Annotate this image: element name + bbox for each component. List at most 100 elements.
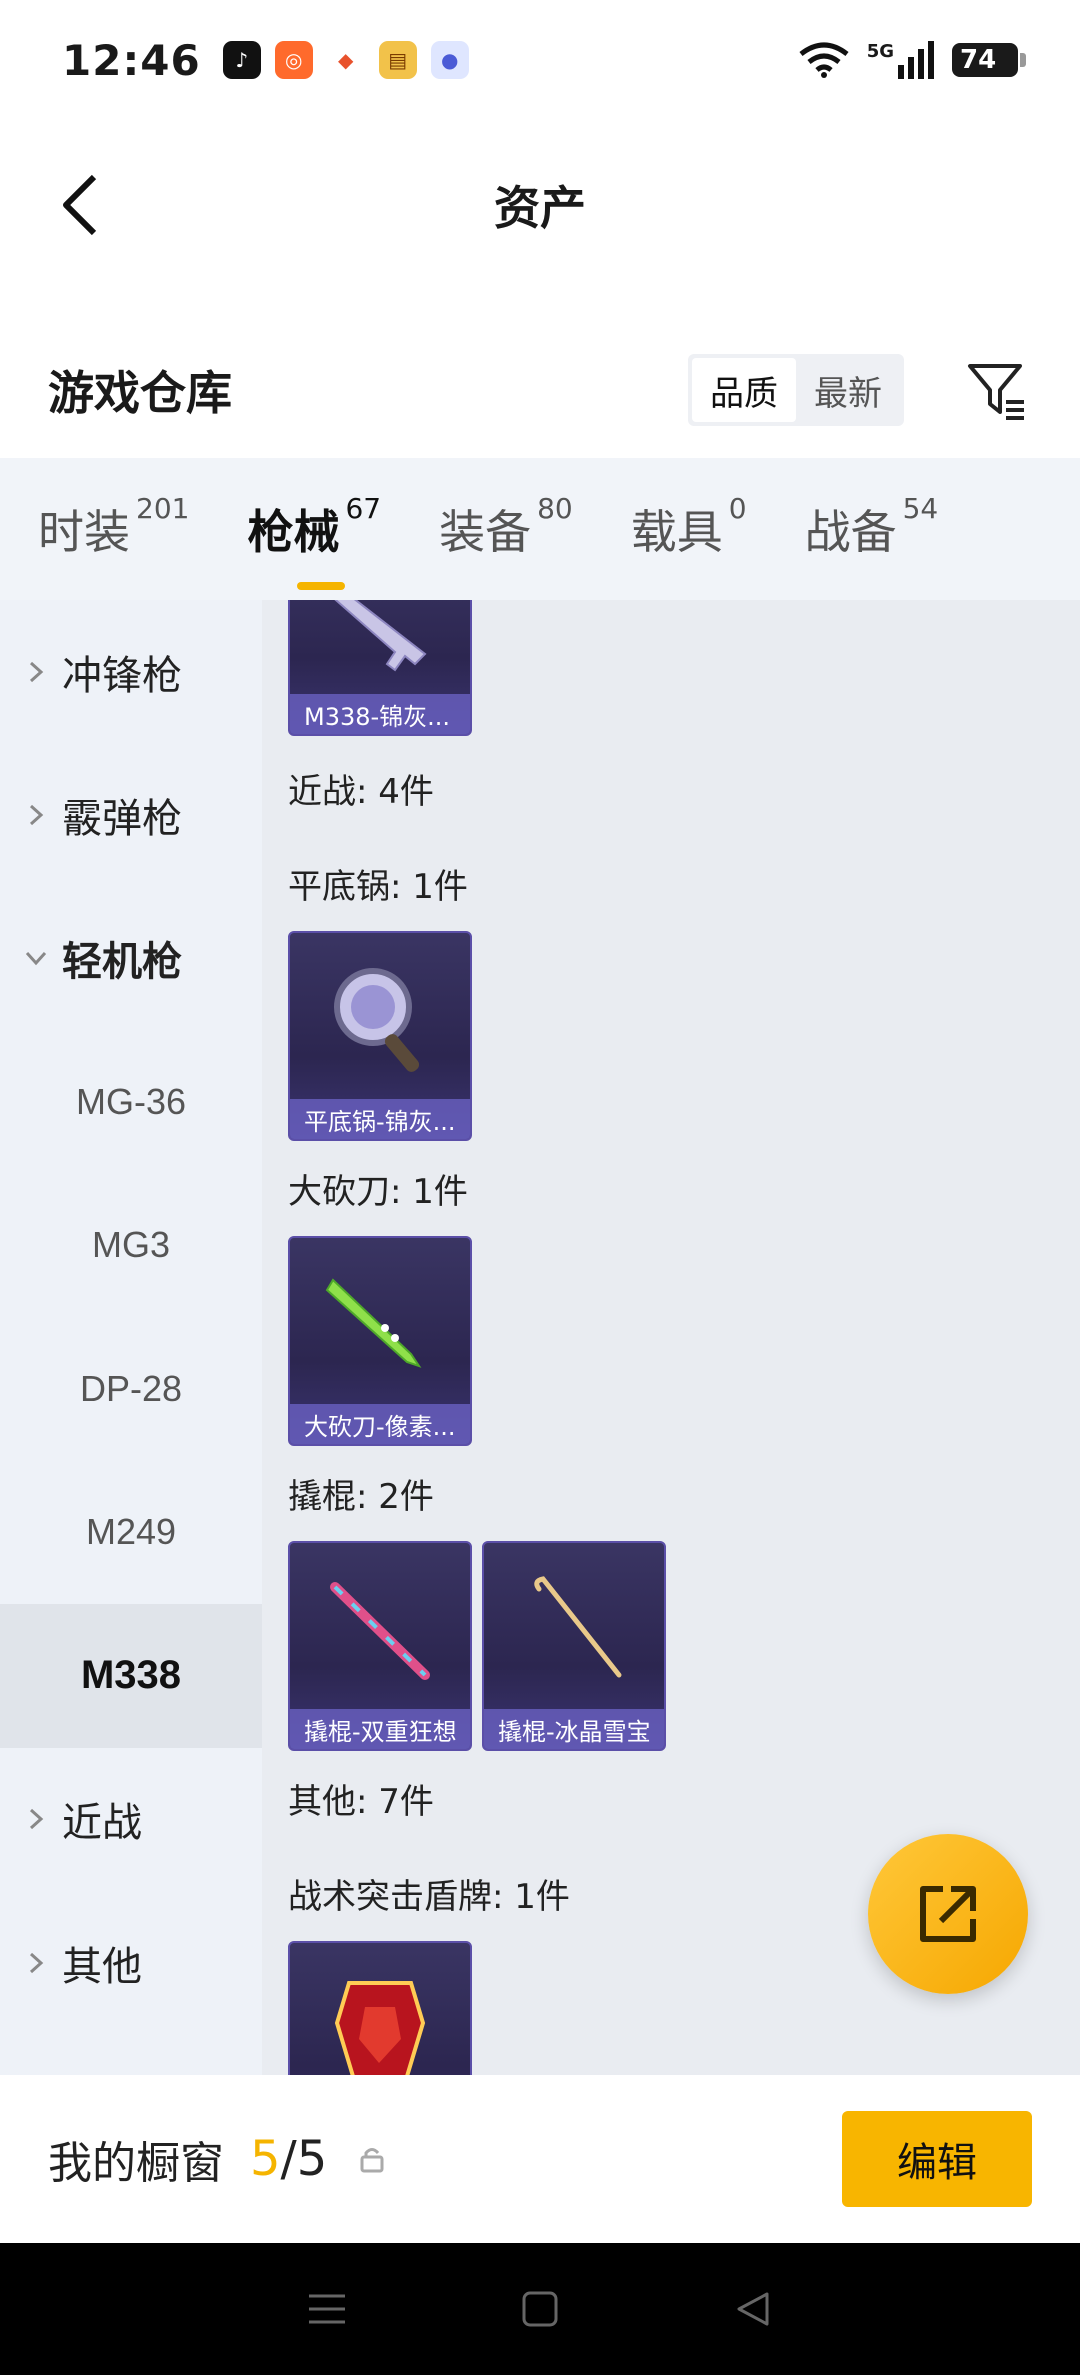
tab-combat-supplies[interactable]: 战备 54	[804, 492, 939, 562]
sidebar-item-smg[interactable]: 冲锋枪	[0, 600, 262, 743]
warehouse-header: 游戏仓库 品质 最新	[0, 330, 1080, 450]
status-indicators: 5G 74	[799, 41, 1026, 79]
sort-option-newest[interactable]: 最新	[796, 358, 900, 422]
tab-count: 80	[537, 492, 573, 525]
tab-count: 0	[728, 492, 747, 525]
sidebar-item-m338[interactable]: M338	[0, 1604, 262, 1748]
back-button[interactable]	[40, 165, 120, 245]
group-header-melee: 近战: 4件	[288, 772, 434, 812]
back-triangle-icon	[737, 2292, 769, 2326]
sidebar-item-label: 近战	[62, 1800, 142, 1847]
notification-icons: ♪ ◎ ◆ ▤ ●	[222, 41, 469, 79]
item-card-crowbar-1[interactable]: 撬棍-双重狂想	[288, 1541, 472, 1751]
showcase-bar: 我的橱窗 5/5 编辑	[0, 2075, 1080, 2243]
app-icon-blue: ●	[430, 41, 469, 79]
crowbar-icon	[484, 1543, 664, 1713]
tab-equipment[interactable]: 装备 80	[439, 492, 573, 562]
back-nav-button[interactable]	[723, 2279, 783, 2339]
chevron-down-icon	[24, 946, 48, 970]
battery-level: 74	[960, 45, 997, 75]
sidebar-item-dp28[interactable]: DP-28	[0, 1317, 262, 1461]
chevron-right-icon	[24, 803, 48, 827]
sort-toggle: 品质 最新	[688, 354, 904, 426]
tab-label: 装备	[439, 505, 532, 559]
group-header-other: 其他: 7件	[288, 1782, 434, 1822]
status-bar: 12:46 ♪ ◎ ◆ ▤ ● 5G 74	[0, 0, 1080, 120]
sidebar-item-label: 霰弹枪	[62, 795, 182, 842]
sidebar-item-label: 其他	[62, 1943, 142, 1990]
sidebar-item-mg36[interactable]: MG-36	[0, 1030, 262, 1174]
item-card-label: 撬棍-双重狂想	[290, 1709, 470, 1749]
warehouse-title: 游戏仓库	[48, 366, 232, 420]
menu-icon	[308, 2294, 345, 2324]
sidebar-item-m249[interactable]: M249	[0, 1461, 262, 1605]
item-card-crowbar-2[interactable]: 撬棍-冰晶雪宝	[482, 1541, 666, 1751]
group-label-crowbar: 撬棍: 2件	[288, 1477, 434, 1517]
chevron-right-icon	[24, 1951, 48, 1975]
item-card-shield[interactable]	[288, 1941, 472, 2075]
tab-count: 54	[902, 492, 939, 525]
share-icon	[920, 1886, 976, 1942]
sidebar-item-mg3[interactable]: MG3	[0, 1174, 262, 1318]
app-icon-yellow: ▤	[378, 41, 417, 79]
tab-vehicles[interactable]: 载具 0	[630, 492, 747, 562]
item-card-machete[interactable]: 大砍刀-像素...	[288, 1236, 472, 1446]
home-nav-button[interactable]	[510, 2279, 570, 2339]
status-time: 12:46	[62, 35, 201, 85]
tiktok-icon: ♪	[222, 41, 261, 79]
item-card-label: 撬棍-冰晶雪宝	[484, 1709, 664, 1749]
home-square-icon	[522, 2291, 558, 2327]
sort-option-quality[interactable]: 品质	[692, 358, 796, 422]
wifi-icon	[799, 42, 849, 78]
showcase-current: 5	[250, 2131, 281, 2187]
tab-fashion[interactable]: 时装 201	[38, 492, 189, 562]
item-card-label: 大砍刀-像素...	[290, 1404, 470, 1444]
group-label-machete: 大砍刀: 1件	[288, 1172, 468, 1212]
chevron-right-icon	[24, 1807, 48, 1831]
signal-icon: 5G	[867, 41, 934, 79]
system-navigation-bar	[0, 2243, 1080, 2375]
sidebar-item-lmg[interactable]: 轻机枪	[0, 887, 262, 1031]
filter-icon	[968, 364, 1024, 420]
menu-nav-button[interactable]	[297, 2279, 357, 2339]
machete-icon	[290, 1238, 470, 1408]
network-type: 5G	[866, 41, 894, 62]
share-button[interactable]	[868, 1834, 1028, 1994]
tab-firearms[interactable]: 枪械 67	[247, 492, 381, 590]
item-card-label: 平底锅-锦灰...	[290, 1099, 470, 1139]
back-arrow-icon	[63, 174, 97, 236]
app-icon-orange: ◎	[274, 41, 313, 79]
frying-pan-icon	[290, 933, 470, 1103]
showcase-total: /5	[280, 2131, 328, 2187]
page-header: 资产	[0, 120, 1080, 290]
tab-label: 载具	[630, 505, 723, 559]
chevron-right-icon	[24, 660, 48, 684]
group-label-pan: 平底锅: 1件	[288, 867, 468, 907]
filter-button[interactable]	[962, 355, 1032, 425]
showcase-count: 5/5	[250, 2131, 327, 2187]
active-tab-indicator	[297, 582, 346, 590]
sidebar-item-other[interactable]: 其他	[0, 1891, 262, 2035]
app-icon-flag: ◆	[326, 41, 365, 79]
tab-count: 201	[136, 492, 190, 525]
tab-count: 67	[345, 492, 382, 525]
showcase-title: 我的橱窗	[48, 2138, 224, 2189]
category-tabs: 时装 201 枪械 67 装备 80 载具 0 战备 54	[0, 458, 1080, 600]
lock-icon	[360, 2148, 384, 2173]
battery-icon: 74	[952, 43, 1026, 77]
shield-icon	[290, 1943, 470, 2075]
sidebar-item-label: 冲锋枪	[62, 652, 182, 699]
tab-label: 枪械	[247, 505, 340, 559]
sidebar-item-shotgun[interactable]: 霰弹枪	[0, 743, 262, 887]
tab-label: 时装	[38, 505, 130, 559]
item-card-pan[interactable]: 平底锅-锦灰...	[288, 931, 472, 1141]
item-card-label: M338-锦灰...	[290, 694, 470, 734]
sidebar-item-melee[interactable]: 近战	[0, 1748, 262, 1892]
crowbar-icon	[290, 1543, 470, 1713]
tab-label: 战备	[804, 505, 897, 559]
weapon-category-sidebar: 冲锋枪 霰弹枪 轻机枪 MG-36 MG3 DP-28 M249 M338 近战…	[0, 600, 262, 2075]
page-title: 资产	[494, 181, 586, 235]
edit-button[interactable]: 编辑	[842, 2111, 1032, 2207]
item-card-m338[interactable]: M338-锦灰...	[288, 600, 472, 736]
sidebar-item-label: 轻机枪	[62, 939, 182, 986]
